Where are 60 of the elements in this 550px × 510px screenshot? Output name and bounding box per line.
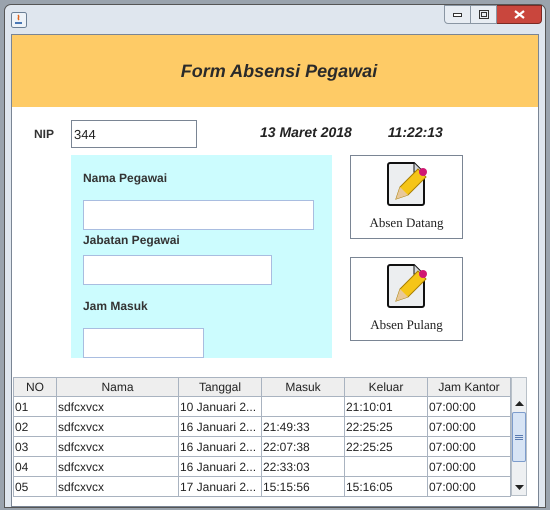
minimize-button[interactable] [444,5,471,24]
maximize-button[interactable] [471,5,497,24]
column-header[interactable]: NO [14,378,56,396]
table-cell: 07:00:00 [428,416,510,436]
maximize-icon [478,10,488,19]
table-cell: sdfcxvcx [56,456,178,476]
table-cell: sdfcxvcx [56,436,178,456]
scrollbar[interactable] [511,377,527,496]
scroll-down-icon[interactable] [514,485,524,490]
close-button[interactable] [497,5,542,24]
table-cell: 22:33:03 [262,456,344,476]
table-cell: 07:00:00 [428,476,510,496]
table-cell: 10 Januari 2... [178,396,262,416]
scroll-up-icon[interactable] [514,401,524,406]
table-cell: 17 Januari 2... [178,476,262,496]
field-label: Nama Pegawai [83,170,168,187]
table-cell: 21:49:33 [262,416,344,436]
table-cell: sdfcxvcx [56,476,178,496]
table-cell: 22:25:25 [344,416,428,436]
document-pencil-icon [386,161,428,208]
date-text: 13 Maret 2018 [260,122,352,142]
table-cell: 21:10:01 [344,396,428,416]
table-cell: 07:00:00 [428,396,510,416]
table-cell: 22:07:38 [262,436,344,456]
column-header[interactable]: Jam Kantor [428,378,510,396]
table-cell: 16 Januari 2... [178,416,262,436]
attendance-button[interactable]: Absen Pulang [350,257,463,341]
table-cell: 15:16:05 [344,476,428,496]
table-cell: 03 [14,436,56,456]
table-cell: 22:25:25 [344,436,428,456]
table-cell: 16 Januari 2... [178,436,262,456]
input-field[interactable] [83,255,272,285]
column-header[interactable]: Keluar [344,378,428,396]
column-header[interactable]: Tanggal [178,378,262,396]
form-title: Form Absensi Pegawai [180,60,378,83]
table-cell: 16 Januari 2... [178,456,262,476]
attendance-button[interactable]: Absen Datang [350,155,463,239]
table-cell: 04 [14,456,56,476]
scroll-thumb[interactable] [512,412,526,462]
table-cell: 15:15:56 [262,476,344,496]
input-field[interactable] [83,200,314,230]
nip-label: NIP [34,126,56,143]
close-icon [514,10,524,19]
table-cell: 07:00:00 [428,436,510,456]
table-cell: 05 [14,476,56,496]
document-pencil-icon [386,263,428,310]
minimize-icon [453,12,462,16]
table-cell: 02 [14,416,56,436]
grip-icon [515,434,523,440]
table-cell: 07:00:00 [428,456,510,476]
table-cell: sdfcxvcx [56,416,178,436]
time-text: 11:22:13 [388,122,443,142]
column-header[interactable]: Nama [56,378,178,396]
table-cell: sdfcxvcx [56,396,178,416]
column-header[interactable]: Masuk [262,378,344,396]
nip-field[interactable]: 344 [71,120,197,148]
field-label: Jabatan Pegawai [83,232,181,249]
input-field[interactable] [83,328,204,358]
table-cell: 01 [14,396,56,416]
field-label: Jam Masuk [83,298,149,315]
